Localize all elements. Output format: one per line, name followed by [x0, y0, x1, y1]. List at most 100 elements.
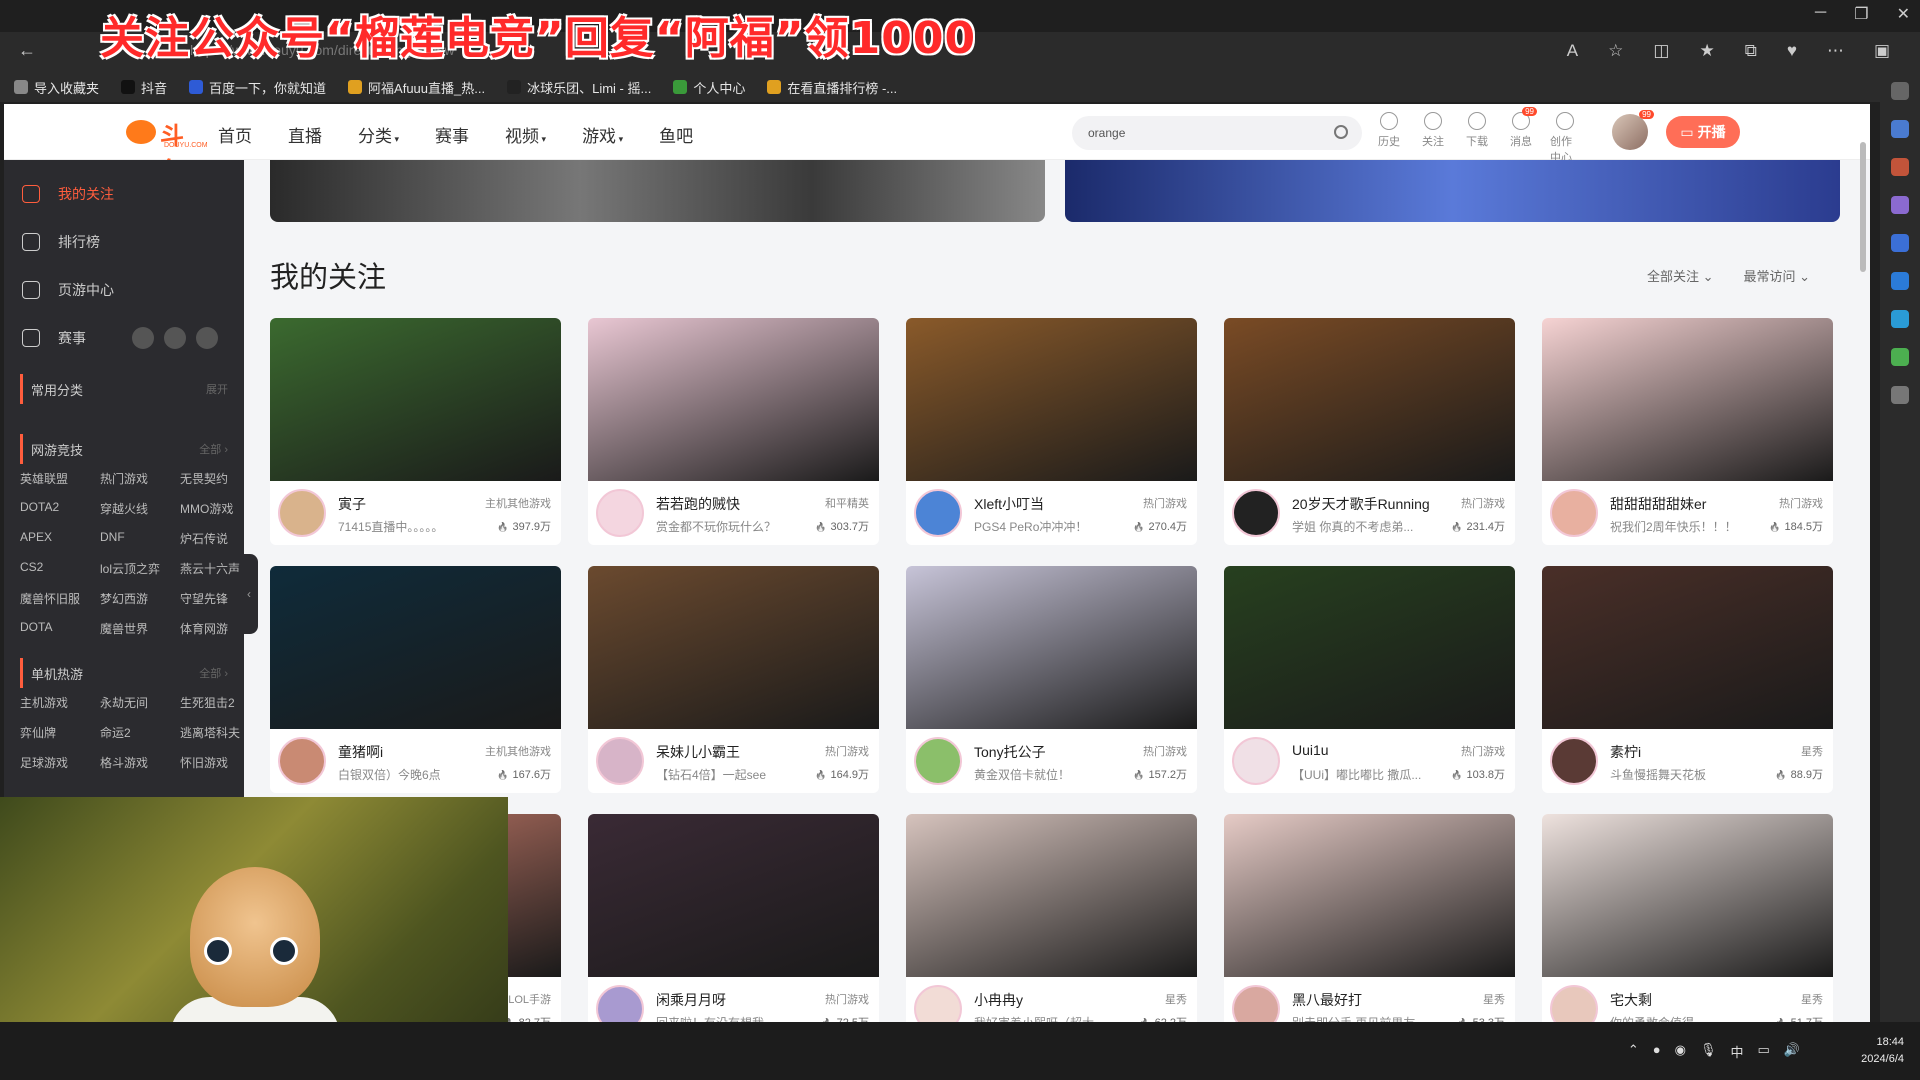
- volume-icon[interactable]: 🔊: [1784, 1042, 1800, 1061]
- tray-mic-icon[interactable]: 🎙: [1700, 1042, 1717, 1061]
- stream-card[interactable]: 20岁天才歌手Running 热门游戏学姐 你真的不考虑弟... 231.4万: [1224, 318, 1515, 545]
- streamer-name[interactable]: 寅子: [338, 494, 366, 514]
- stream-category[interactable]: 主机其他游戏: [485, 495, 551, 511]
- nav-tool-1[interactable]: 关注: [1418, 112, 1448, 165]
- favorites-icon[interactable]: ★: [1699, 41, 1714, 61]
- stream-thumbnail[interactable]: [906, 814, 1197, 977]
- expand-link[interactable]: 展开: [206, 381, 228, 397]
- category-link[interactable]: 命运2: [100, 724, 180, 742]
- category-link[interactable]: 穿越火线: [100, 500, 180, 518]
- streamer-name[interactable]: 黑八最好打: [1292, 990, 1362, 1010]
- stream-category[interactable]: 热门游戏: [1461, 743, 1505, 759]
- filter-all-follows[interactable]: 全部关注 ⌄: [1647, 266, 1714, 285]
- stream-card[interactable]: Tony托公子 热门游戏黄金双倍卡就位！ 157.2万: [906, 566, 1197, 793]
- category-link[interactable]: 炉石传说: [180, 530, 260, 548]
- stream-category[interactable]: 热门游戏: [825, 743, 869, 759]
- sidebar-item[interactable]: 赛事: [4, 314, 244, 362]
- stream-card[interactable]: Xleft小叮当 热门游戏 PGS4 PeRo冲冲冲！ 270.4万: [906, 318, 1197, 545]
- stream-thumbnail[interactable]: [906, 318, 1197, 481]
- streamer-name[interactable]: 闲乘月月呀: [656, 990, 726, 1010]
- category-link[interactable]: 热门游戏: [100, 470, 180, 488]
- stream-thumbnail[interactable]: [1542, 318, 1833, 481]
- category-link[interactable]: 魔兽怀旧服: [20, 590, 100, 608]
- read-aloud-icon[interactable]: A: [1567, 41, 1578, 61]
- user-avatar[interactable]: 99: [1612, 110, 1654, 150]
- stream-thumbnail[interactable]: [906, 566, 1197, 729]
- network-icon[interactable]: ▭: [1758, 1042, 1770, 1061]
- outlook-icon[interactable]: [1891, 272, 1909, 290]
- tree-icon[interactable]: [1891, 348, 1909, 366]
- streamer-name[interactable]: 甜甜甜甜甜妹er: [1610, 494, 1706, 514]
- category-link[interactable]: 弈仙牌: [20, 724, 100, 742]
- single-games-all-link[interactable]: 全部 ›: [199, 665, 228, 681]
- streamer-name[interactable]: 若若跑的贼快: [656, 494, 740, 514]
- streamer-name[interactable]: 呆妹儿小霸王: [656, 742, 740, 762]
- bookmark-item[interactable]: 阿福Afuuu直播_热...: [348, 78, 485, 97]
- streamer-avatar[interactable]: [914, 737, 962, 785]
- stream-thumbnail[interactable]: [1224, 318, 1515, 481]
- add-icon[interactable]: [1891, 386, 1909, 404]
- streamer-name[interactable]: Xleft小叮当: [974, 494, 1044, 514]
- sidebar-collapse-handle[interactable]: ‹: [240, 554, 258, 634]
- streamer-avatar[interactable]: [1232, 737, 1280, 785]
- bookmark-item[interactable]: 导入收藏夹: [14, 78, 99, 97]
- stream-thumbnail[interactable]: [1542, 814, 1833, 977]
- banner-ad-left[interactable]: [270, 160, 1045, 222]
- category-link[interactable]: 逃离塔科夫: [180, 724, 260, 742]
- stream-thumbnail[interactable]: [1542, 566, 1833, 729]
- clock[interactable]: 18:44 2024/6/4: [1861, 1034, 1904, 1068]
- stream-card[interactable]: 若若跑的贼快 和平精英赏金都不玩你玩什么？ 303.7万: [588, 318, 879, 545]
- streamer-avatar[interactable]: [596, 489, 644, 537]
- nav-item[interactable]: 直播: [288, 122, 322, 147]
- stream-category[interactable]: 星秀: [1801, 743, 1823, 759]
- lpl-icon[interactable]: [132, 327, 154, 349]
- search-input[interactable]: [1072, 116, 1292, 150]
- stream-thumbnail[interactable]: [270, 318, 561, 481]
- start-live-button[interactable]: ▭ 开播: [1666, 116, 1740, 148]
- sidebar-item[interactable]: 页游中心: [4, 266, 244, 314]
- stream-category[interactable]: 星秀: [1165, 991, 1187, 1007]
- nav-item[interactable]: 视频 ▾: [505, 122, 546, 147]
- dota-icon[interactable]: [196, 327, 218, 349]
- stream-card[interactable]: 素柠i 星秀斗鱼慢摇舞天花板 88.9万: [1542, 566, 1833, 793]
- sidebar-item[interactable]: 排行榜: [4, 218, 244, 266]
- stream-thumbnail[interactable]: [1224, 566, 1515, 729]
- bookmark-item[interactable]: 抖音: [121, 78, 167, 97]
- stream-thumbnail[interactable]: [588, 814, 879, 977]
- category-link[interactable]: 梦幻西游: [100, 590, 180, 608]
- stream-category[interactable]: 星秀: [1483, 991, 1505, 1007]
- category-link[interactable]: 永劫无间: [100, 694, 180, 712]
- sidebar-item[interactable]: 我的关注: [4, 170, 244, 218]
- close-icon[interactable]: ✕: [1897, 4, 1910, 24]
- copilot-icon[interactable]: [1891, 234, 1909, 252]
- nav-tool-0[interactable]: 历史: [1374, 112, 1404, 165]
- stream-thumbnail[interactable]: [588, 566, 879, 729]
- category-link[interactable]: 怀旧游戏: [180, 754, 260, 772]
- search-icon[interactable]: [1891, 82, 1909, 100]
- maximize-icon[interactable]: ❐: [1854, 4, 1868, 24]
- stream-card[interactable]: 童猪啊i 主机其他游戏白银双倍）今晚6点 167.6万: [270, 566, 561, 793]
- streamer-avatar[interactable]: [278, 737, 326, 785]
- douyu-logo[interactable]: 斗鱼 DOUYU.COM: [126, 116, 208, 185]
- category-link[interactable]: 无畏契约: [180, 470, 260, 488]
- briefcase-icon[interactable]: [1891, 158, 1909, 176]
- extension-icon[interactable]: ♥: [1787, 41, 1797, 61]
- star-icon[interactable]: ☆: [1608, 41, 1623, 61]
- category-link[interactable]: CS2: [20, 560, 100, 578]
- split-icon[interactable]: ◫: [1653, 41, 1669, 61]
- online-games-header[interactable]: 网游竞技 全部 ›: [20, 434, 244, 464]
- stream-category[interactable]: 热门游戏: [1779, 495, 1823, 511]
- category-link[interactable]: DOTA2: [20, 500, 100, 518]
- bookmark-item[interactable]: 个人中心: [673, 78, 745, 97]
- filter-most-visited[interactable]: 最常访问 ⌄: [1743, 266, 1810, 285]
- nav-tool-3[interactable]: 99 消息: [1506, 107, 1537, 165]
- more-icon[interactable]: ⋯: [1827, 41, 1844, 61]
- stream-card[interactable]: 宅大剩 星秀你的勇敢会值得 51.7万: [1542, 814, 1833, 1022]
- stream-thumbnail[interactable]: [1224, 814, 1515, 977]
- stream-category[interactable]: LOL手游: [508, 991, 551, 1007]
- category-link[interactable]: 足球游戏: [20, 754, 100, 772]
- stream-category[interactable]: 主机其他游戏: [485, 743, 551, 759]
- stream-category[interactable]: 星秀: [1801, 991, 1823, 1007]
- streamer-avatar[interactable]: [278, 489, 326, 537]
- bookmark-item[interactable]: 在看直播排行榜 -...: [767, 78, 897, 97]
